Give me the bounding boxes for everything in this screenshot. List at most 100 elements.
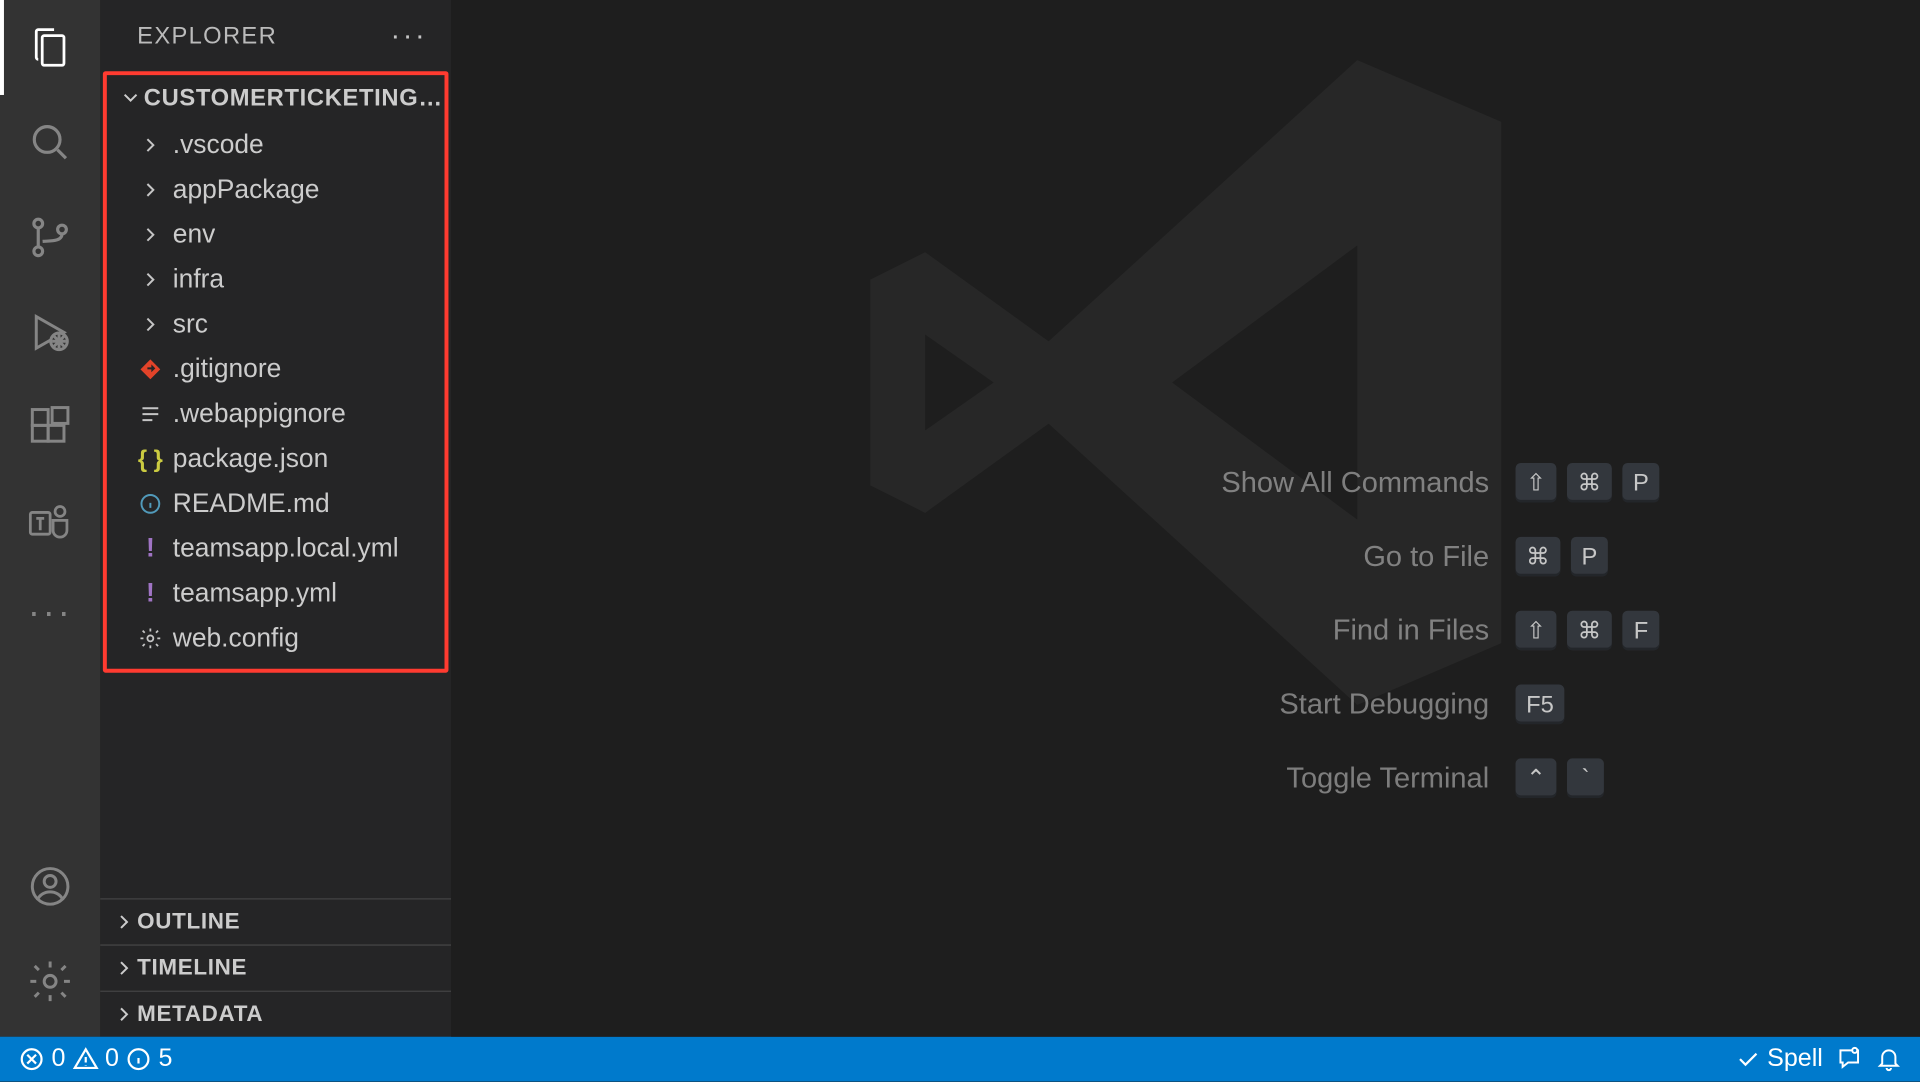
folder-name: infra [173, 264, 224, 294]
file-name: web.config [173, 623, 299, 653]
status-warnings-count: 0 [105, 1045, 119, 1074]
keycap: F [1622, 611, 1659, 651]
chevron-right-icon [111, 910, 137, 934]
chevron-down-icon [117, 86, 143, 110]
chevron-right-icon [111, 1002, 137, 1026]
chevron-right-icon [136, 223, 165, 247]
folder-name: appPackage [173, 175, 320, 205]
status-problems[interactable]: 0 0 5 [18, 1045, 172, 1074]
explorer-title: EXPLORER [137, 22, 277, 50]
folder-row[interactable]: infra [107, 257, 445, 302]
outline-label: OUTLINE [137, 909, 240, 935]
file-name: .webappignore [173, 399, 346, 429]
folder-name: .vscode [173, 130, 264, 160]
status-feedback[interactable] [1836, 1046, 1862, 1072]
activity-search[interactable] [0, 95, 100, 190]
keycap: P [1571, 537, 1608, 577]
shortcut-row: Start Debugging F5 [685, 685, 1687, 725]
file-row[interactable]: .gitignore [107, 347, 445, 392]
keycap: ⌘ [1516, 537, 1561, 577]
gear-file-icon [136, 627, 165, 651]
chevron-right-icon [136, 133, 165, 157]
file-name: README.md [173, 489, 330, 519]
bang-file-icon: ! [136, 534, 165, 564]
file-row[interactable]: README.md [107, 481, 445, 526]
bell-icon [1876, 1046, 1902, 1072]
bang-file-icon: ! [136, 578, 165, 608]
activity-teams-toolkit[interactable] [0, 475, 100, 570]
folder-name: src [173, 309, 208, 339]
folder-row[interactable]: .vscode [107, 123, 445, 168]
status-info-count: 5 [158, 1045, 172, 1074]
chevron-right-icon [136, 178, 165, 202]
file-row[interactable]: ! teamsapp.yml [107, 571, 445, 616]
activity-settings[interactable] [0, 934, 100, 1029]
activity-bar: ··· [0, 0, 100, 1037]
folder-name: env [173, 220, 216, 250]
shortcut-label: Start Debugging [685, 687, 1490, 721]
metadata-label: METADATA [137, 1001, 263, 1027]
info-file-icon [136, 492, 165, 516]
welcome-shortcuts: Show All Commands⇧⌘PGo to File⌘PFind in … [685, 463, 1687, 798]
keycap: F5 [1516, 685, 1565, 725]
check-icon [1734, 1046, 1760, 1072]
timeline-label: TIMELINE [137, 955, 247, 981]
folder-row[interactable]: src [107, 302, 445, 347]
explorer-sidebar: EXPLORER ··· CUSTOMERTICKETINGT… .vscode… [100, 0, 451, 1037]
shortcut-keys: ⇧⌘P [1516, 463, 1687, 503]
file-name: package.json [173, 444, 328, 474]
git-file-icon [136, 357, 165, 381]
keycap: ⌃ [1516, 758, 1557, 798]
timeline-section[interactable]: TIMELINE [100, 944, 451, 990]
folder-row[interactable]: appPackage [107, 168, 445, 213]
file-name: .gitignore [173, 354, 282, 384]
status-spell[interactable]: Spell [1734, 1045, 1823, 1074]
shortcut-keys: ⌃` [1516, 758, 1687, 798]
shortcut-row: Find in Files ⇧⌘F [685, 611, 1687, 651]
status-errors-count: 0 [51, 1045, 65, 1074]
shortcut-label: Toggle Terminal [685, 761, 1490, 795]
shortcut-label: Find in Files [685, 613, 1490, 647]
shortcut-label: Show All Commands [685, 466, 1490, 500]
file-name: teamsapp.yml [173, 578, 337, 608]
folder-row[interactable]: env [107, 212, 445, 257]
status-bar: 0 0 5 Spell [0, 1037, 1920, 1082]
status-notifications[interactable] [1876, 1046, 1902, 1072]
outline-section[interactable]: OUTLINE [100, 898, 451, 944]
lines-file-icon [136, 402, 165, 426]
project-header[interactable]: CUSTOMERTICKETINGT… [107, 75, 445, 120]
project-name: CUSTOMERTICKETINGT… [144, 84, 445, 112]
keycap: ⌘ [1567, 611, 1612, 651]
keycap: ⇧ [1516, 611, 1557, 651]
json-file-icon: { } [136, 445, 165, 473]
keycap: P [1622, 463, 1659, 503]
explorer-more-icon[interactable]: ··· [390, 18, 427, 52]
file-tree: .vscode appPackage env infra src .gitignore .w… [107, 120, 445, 661]
activity-accounts[interactable] [0, 839, 100, 934]
file-row[interactable]: ! teamsapp.local.yml [107, 526, 445, 571]
error-icon [18, 1046, 44, 1072]
file-name: teamsapp.local.yml [173, 534, 399, 564]
keycap: ` [1567, 758, 1604, 798]
chevron-right-icon [111, 956, 137, 980]
file-row[interactable]: .webappignore [107, 392, 445, 437]
activity-overflow[interactable]: ··· [0, 570, 100, 654]
shortcut-row: Go to File⌘P [685, 537, 1687, 577]
activity-extensions[interactable] [0, 380, 100, 475]
chevron-right-icon [136, 313, 165, 337]
activity-run-debug[interactable] [0, 285, 100, 380]
keycap: ⌘ [1567, 463, 1612, 503]
file-row[interactable]: web.config [107, 616, 445, 661]
shortcut-keys: F5 [1516, 685, 1687, 725]
keycap: ⇧ [1516, 463, 1557, 503]
project-highlight: CUSTOMERTICKETINGT… .vscode appPackage env… [103, 71, 449, 672]
shortcut-keys: ⌘P [1516, 537, 1687, 577]
activity-explorer[interactable] [0, 0, 100, 95]
activity-source-control[interactable] [0, 190, 100, 285]
shortcut-keys: ⇧⌘F [1516, 611, 1687, 651]
shortcut-row: Show All Commands ⇧⌘P [685, 463, 1687, 503]
metadata-section[interactable]: METADATA [100, 991, 451, 1037]
explorer-header: EXPLORER ··· [100, 0, 451, 71]
file-row[interactable]: { } package.json [107, 437, 445, 482]
editor-area: Show All Commands⇧⌘PGo to File⌘PFind in … [451, 0, 1920, 1037]
